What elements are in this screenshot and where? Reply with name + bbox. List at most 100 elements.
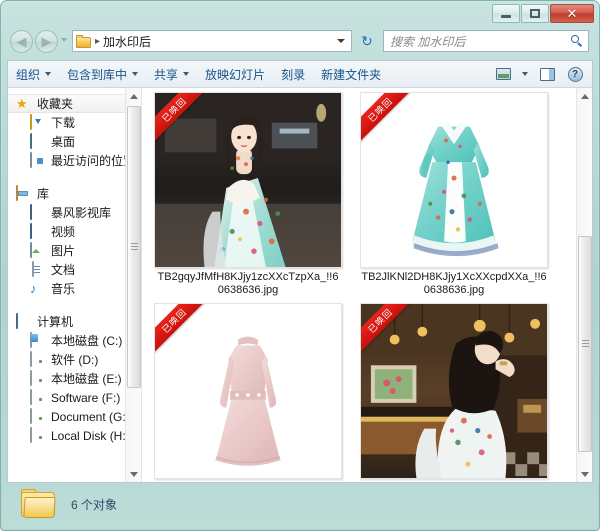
- view-options-button[interactable]: [492, 64, 514, 85]
- chevron-down-icon: [130, 471, 138, 477]
- chevron-down-icon: [521, 72, 528, 76]
- toolbar-item-new-folder-label: 新建文件夹: [321, 67, 382, 82]
- chevron-down-icon: [45, 72, 52, 76]
- search-input[interactable]: 搜索 加水印后: [390, 33, 571, 50]
- scroll-up-button[interactable]: [126, 88, 141, 104]
- back-button[interactable]: ◀: [10, 30, 33, 53]
- sidebar-item-music[interactable]: ♪ 音乐: [8, 279, 141, 298]
- file-thumbnail[interactable]: 已唤回: [360, 303, 548, 479]
- navigation-pane-scrollbar[interactable]: [125, 88, 141, 482]
- toolbar-item-share-label: 共享: [154, 67, 179, 82]
- toolbar-item-include-in-library-label: 包含到库中: [67, 67, 128, 82]
- preview-pane-button[interactable]: [536, 64, 558, 85]
- refresh-button[interactable]: ↻: [358, 33, 376, 49]
- nav-group-favorites: ★ 收藏夹 下载 桌面 最近访问的位置: [8, 94, 141, 170]
- library-icon: [16, 184, 32, 202]
- scroll-down-button[interactable]: [126, 466, 141, 482]
- chevron-down-icon: [581, 471, 589, 477]
- sidebar-item-downloads-label: 下载: [51, 116, 76, 130]
- sidebar-item-drive-f[interactable]: Software (F:): [8, 388, 141, 407]
- file-item[interactable]: 已唤回: [354, 303, 554, 482]
- sidebar-item-drive-c[interactable]: 本地磁盘 (C:): [8, 331, 141, 350]
- folder-icon: [76, 34, 91, 48]
- close-button[interactable]: ✕: [550, 4, 594, 23]
- toolbar-item-organize[interactable]: 组织: [8, 62, 59, 87]
- sidebar-item-libraries[interactable]: 库: [8, 184, 141, 203]
- sidebar-item-downloads[interactable]: 下载: [8, 113, 141, 132]
- video-library-icon: [30, 203, 46, 221]
- sidebar-item-baofeng-library[interactable]: 暴风影视库: [8, 203, 141, 222]
- sidebar-item-music-label: 音乐: [51, 282, 76, 296]
- view-options-dropdown[interactable]: [514, 64, 530, 85]
- toolbar-item-burn[interactable]: 刻录: [273, 62, 313, 87]
- search-icon: [571, 34, 584, 48]
- toolbar-item-organize-label: 组织: [16, 67, 41, 82]
- documents-icon: [30, 260, 46, 278]
- sidebar-item-computer[interactable]: 计算机: [8, 312, 141, 331]
- file-thumbnail[interactable]: 已唤回: [360, 92, 548, 268]
- forward-button[interactable]: ▶: [35, 30, 58, 53]
- computer-icon: [16, 312, 32, 330]
- thumbnail-image: [361, 304, 547, 478]
- sidebar-item-favorites[interactable]: ★ 收藏夹: [8, 94, 141, 113]
- window-glass-frame: ✕ ◀ ▶ ▸ 加水印后 ↻ 搜索 加水印后 组织 包含到库中 共享 放映幻灯片…: [2, 2, 598, 529]
- file-item[interactable]: 已唤回 TB2gqyJfMfH8KJjy1zcXXcTzpXa_!!606386…: [148, 92, 348, 297]
- file-list-scrollbar[interactable]: [576, 88, 592, 482]
- chevron-up-icon: [130, 93, 138, 99]
- sidebar-item-drive-g-label: Document (G:): [51, 409, 130, 424]
- file-item[interactable]: 已唤回 TB2JlKNl2DH8KJjy1XcXXcpdXXa_!!606386…: [354, 92, 554, 297]
- nav-group-libraries: 库 暴风影视库 视频 图片 文档 ♪ 音乐: [8, 184, 141, 298]
- title-bar: ✕: [2, 2, 598, 24]
- nav-group-computer: 计算机 本地磁盘 (C:) 软件 (D:) 本地磁盘 (E:) Software…: [8, 312, 141, 445]
- scrollbar-thumb[interactable]: [578, 236, 592, 452]
- drive-icon: [30, 369, 46, 387]
- scroll-up-button[interactable]: [577, 88, 592, 104]
- sidebar-item-drive-d-label: 软件 (D:): [51, 353, 99, 367]
- scrollbar-thumb[interactable]: [127, 106, 141, 388]
- sidebar-item-desktop[interactable]: 桌面: [8, 132, 141, 151]
- sidebar-item-drive-e[interactable]: 本地磁盘 (E:): [8, 369, 141, 388]
- file-name: TB2gqyJfMfH8KJjy1zcXXcTzpXa_!!60638636.j…: [157, 271, 339, 296]
- file-thumbnail[interactable]: 已唤回: [154, 92, 342, 268]
- thumbnail-image: [361, 93, 547, 267]
- desktop-icon: [30, 132, 46, 150]
- pictures-icon: [30, 241, 46, 259]
- sidebar-item-drive-g[interactable]: Document (G:): [8, 407, 141, 426]
- toolbar-right-group: ?: [492, 64, 592, 85]
- search-box[interactable]: 搜索 加水印后: [383, 30, 589, 52]
- downloads-icon: [30, 113, 46, 131]
- sidebar-item-drive-d[interactable]: 软件 (D:): [8, 350, 141, 369]
- sidebar-item-computer-label: 计算机: [37, 315, 74, 329]
- scrollbar-grip: [582, 340, 589, 347]
- maximize-button[interactable]: [521, 4, 549, 23]
- sidebar-item-drive-h[interactable]: Local Disk (H:): [8, 426, 141, 445]
- sidebar-item-favorites-label: 收藏夹: [37, 97, 74, 111]
- minimize-icon: [501, 15, 511, 18]
- sidebar-item-recent-places[interactable]: 最近访问的位置: [8, 151, 141, 170]
- toolbar-item-slideshow[interactable]: 放映幻灯片: [197, 62, 273, 87]
- breadcrumb-separator: ▸: [95, 35, 101, 47]
- toolbar-item-include-in-library[interactable]: 包含到库中: [59, 62, 146, 87]
- toolbar-item-new-folder[interactable]: 新建文件夹: [313, 62, 389, 87]
- minimize-button[interactable]: [492, 4, 520, 23]
- help-button[interactable]: ?: [564, 64, 586, 85]
- recent-pages-dropdown[interactable]: [61, 38, 67, 42]
- address-dropdown-icon[interactable]: [337, 39, 345, 43]
- file-list-pane[interactable]: 已唤回 TB2gqyJfMfH8KJjy1zcXXcTzpXa_!!606386…: [142, 88, 592, 482]
- explorer-body: ★ 收藏夹 下载 桌面 最近访问的位置 库 暴风影视库 视频 图片 文档 ♪ 音…: [7, 87, 593, 483]
- caption-button-group: ✕: [491, 4, 594, 23]
- sidebar-item-videos[interactable]: 视频: [8, 222, 141, 241]
- sidebar-item-pictures[interactable]: 图片: [8, 241, 141, 260]
- sidebar-item-documents[interactable]: 文档: [8, 260, 141, 279]
- scroll-down-button[interactable]: [577, 466, 592, 482]
- file-thumbnail[interactable]: 已唤回: [154, 303, 342, 479]
- sidebar-item-drive-e-label: 本地磁盘 (E:): [51, 372, 122, 386]
- close-icon: ✕: [566, 5, 578, 21]
- toolbar-item-share[interactable]: 共享: [146, 62, 197, 87]
- breadcrumb-current-folder[interactable]: 加水印后: [103, 33, 151, 50]
- file-item[interactable]: 已唤回: [148, 303, 348, 482]
- address-bar[interactable]: ▸ 加水印后: [72, 30, 352, 52]
- system-drive-icon: [30, 331, 46, 349]
- drive-icon: [30, 426, 46, 444]
